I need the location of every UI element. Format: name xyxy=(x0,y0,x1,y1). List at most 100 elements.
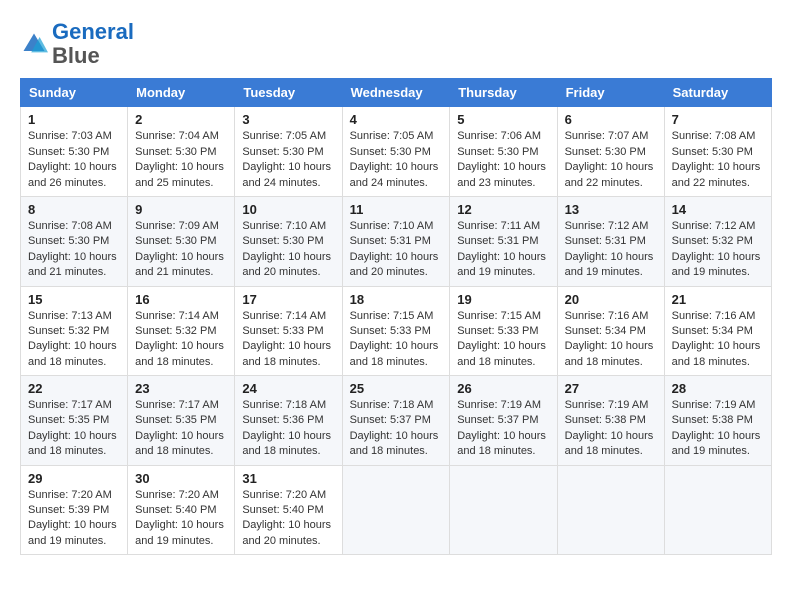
day-info: Sunrise: 7:20 AM Sunset: 5:39 PM Dayligh… xyxy=(28,488,120,550)
sunrise-label: Sunrise: 7:13 AM xyxy=(28,310,112,322)
day-info: Sunrise: 7:16 AM Sunset: 5:34 PM Dayligh… xyxy=(672,309,764,371)
calendar-table: SundayMondayTuesdayWednesdayThursdayFrid… xyxy=(20,78,772,555)
day-info: Sunrise: 7:20 AM Sunset: 5:40 PM Dayligh… xyxy=(135,488,227,550)
daylight-label: Daylight: 10 hours and 19 minutes. xyxy=(28,519,117,546)
day-info: Sunrise: 7:17 AM Sunset: 5:35 PM Dayligh… xyxy=(135,398,227,460)
day-number: 7 xyxy=(672,112,764,127)
calendar-day-cell: 18 Sunrise: 7:15 AM Sunset: 5:33 PM Dayl… xyxy=(342,286,450,376)
calendar-day-cell: 11 Sunrise: 7:10 AM Sunset: 5:31 PM Dayl… xyxy=(342,196,450,286)
calendar-day-cell: 6 Sunrise: 7:07 AM Sunset: 5:30 PM Dayli… xyxy=(557,107,664,197)
calendar-day-cell: 8 Sunrise: 7:08 AM Sunset: 5:30 PM Dayli… xyxy=(21,196,128,286)
day-info: Sunrise: 7:05 AM Sunset: 5:30 PM Dayligh… xyxy=(350,129,443,191)
daylight-label: Daylight: 10 hours and 18 minutes. xyxy=(565,340,654,367)
day-number: 12 xyxy=(457,202,549,217)
calendar-day-cell xyxy=(557,465,664,555)
calendar-day-cell: 30 Sunrise: 7:20 AM Sunset: 5:40 PM Dayl… xyxy=(128,465,235,555)
day-number: 9 xyxy=(135,202,227,217)
sunset-label: Sunset: 5:36 PM xyxy=(242,414,323,426)
calendar-day-cell xyxy=(342,465,450,555)
sunrise-label: Sunrise: 7:16 AM xyxy=(672,310,756,322)
calendar-day-cell: 12 Sunrise: 7:11 AM Sunset: 5:31 PM Dayl… xyxy=(450,196,557,286)
day-info: Sunrise: 7:15 AM Sunset: 5:33 PM Dayligh… xyxy=(350,309,443,371)
day-number: 6 xyxy=(565,112,657,127)
sunrise-label: Sunrise: 7:05 AM xyxy=(350,130,434,142)
calendar-day-cell xyxy=(450,465,557,555)
weekday-header-cell: Saturday xyxy=(664,79,771,107)
sunrise-label: Sunrise: 7:19 AM xyxy=(457,399,541,411)
sunset-label: Sunset: 5:38 PM xyxy=(672,414,753,426)
sunrise-label: Sunrise: 7:10 AM xyxy=(350,220,434,232)
sunrise-label: Sunrise: 7:10 AM xyxy=(242,220,326,232)
weekday-header-cell: Tuesday xyxy=(235,79,342,107)
day-number: 8 xyxy=(28,202,120,217)
sunset-label: Sunset: 5:30 PM xyxy=(457,146,538,158)
daylight-label: Daylight: 10 hours and 18 minutes. xyxy=(457,430,546,457)
day-number: 1 xyxy=(28,112,120,127)
sunrise-label: Sunrise: 7:05 AM xyxy=(242,130,326,142)
day-info: Sunrise: 7:09 AM Sunset: 5:30 PM Dayligh… xyxy=(135,219,227,281)
day-info: Sunrise: 7:07 AM Sunset: 5:30 PM Dayligh… xyxy=(565,129,657,191)
sunset-label: Sunset: 5:32 PM xyxy=(672,235,753,247)
day-number: 26 xyxy=(457,381,549,396)
calendar-day-cell: 1 Sunrise: 7:03 AM Sunset: 5:30 PM Dayli… xyxy=(21,107,128,197)
sunset-label: Sunset: 5:38 PM xyxy=(565,414,646,426)
day-info: Sunrise: 7:11 AM Sunset: 5:31 PM Dayligh… xyxy=(457,219,549,281)
sunset-label: Sunset: 5:30 PM xyxy=(672,146,753,158)
calendar-day-cell: 7 Sunrise: 7:08 AM Sunset: 5:30 PM Dayli… xyxy=(664,107,771,197)
daylight-label: Daylight: 10 hours and 19 minutes. xyxy=(565,251,654,278)
day-info: Sunrise: 7:14 AM Sunset: 5:33 PM Dayligh… xyxy=(242,309,334,371)
day-info: Sunrise: 7:03 AM Sunset: 5:30 PM Dayligh… xyxy=(28,129,120,191)
calendar-week-row: 1 Sunrise: 7:03 AM Sunset: 5:30 PM Dayli… xyxy=(21,107,772,197)
calendar-week-row: 29 Sunrise: 7:20 AM Sunset: 5:39 PM Dayl… xyxy=(21,465,772,555)
day-info: Sunrise: 7:04 AM Sunset: 5:30 PM Dayligh… xyxy=(135,129,227,191)
calendar-day-cell: 17 Sunrise: 7:14 AM Sunset: 5:33 PM Dayl… xyxy=(235,286,342,376)
sunrise-label: Sunrise: 7:18 AM xyxy=(350,399,434,411)
day-info: Sunrise: 7:13 AM Sunset: 5:32 PM Dayligh… xyxy=(28,309,120,371)
day-info: Sunrise: 7:10 AM Sunset: 5:31 PM Dayligh… xyxy=(350,219,443,281)
daylight-label: Daylight: 10 hours and 26 minutes. xyxy=(28,161,117,188)
day-number: 10 xyxy=(242,202,334,217)
calendar-day-cell: 13 Sunrise: 7:12 AM Sunset: 5:31 PM Dayl… xyxy=(557,196,664,286)
logo-text: GeneralBlue xyxy=(52,20,134,68)
day-number: 20 xyxy=(565,292,657,307)
calendar-day-cell: 15 Sunrise: 7:13 AM Sunset: 5:32 PM Dayl… xyxy=(21,286,128,376)
sunset-label: Sunset: 5:40 PM xyxy=(242,504,323,516)
calendar-day-cell: 29 Sunrise: 7:20 AM Sunset: 5:39 PM Dayl… xyxy=(21,465,128,555)
sunset-label: Sunset: 5:37 PM xyxy=(350,414,431,426)
calendar-day-cell xyxy=(664,465,771,555)
day-number: 17 xyxy=(242,292,334,307)
daylight-label: Daylight: 10 hours and 24 minutes. xyxy=(242,161,331,188)
sunset-label: Sunset: 5:35 PM xyxy=(28,414,109,426)
calendar-header-row: SundayMondayTuesdayWednesdayThursdayFrid… xyxy=(21,79,772,107)
sunset-label: Sunset: 5:30 PM xyxy=(135,146,216,158)
daylight-label: Daylight: 10 hours and 23 minutes. xyxy=(457,161,546,188)
calendar-day-cell: 19 Sunrise: 7:15 AM Sunset: 5:33 PM Dayl… xyxy=(450,286,557,376)
daylight-label: Daylight: 10 hours and 18 minutes. xyxy=(28,340,117,367)
daylight-label: Daylight: 10 hours and 22 minutes. xyxy=(672,161,761,188)
day-info: Sunrise: 7:20 AM Sunset: 5:40 PM Dayligh… xyxy=(242,488,334,550)
sunrise-label: Sunrise: 7:11 AM xyxy=(457,220,540,232)
day-number: 2 xyxy=(135,112,227,127)
sunrise-label: Sunrise: 7:19 AM xyxy=(565,399,649,411)
daylight-label: Daylight: 10 hours and 19 minutes. xyxy=(457,251,546,278)
weekday-header-cell: Friday xyxy=(557,79,664,107)
day-info: Sunrise: 7:14 AM Sunset: 5:32 PM Dayligh… xyxy=(135,309,227,371)
sunset-label: Sunset: 5:33 PM xyxy=(242,325,323,337)
day-number: 3 xyxy=(242,112,334,127)
calendar-day-cell: 24 Sunrise: 7:18 AM Sunset: 5:36 PM Dayl… xyxy=(235,376,342,466)
daylight-label: Daylight: 10 hours and 21 minutes. xyxy=(135,251,224,278)
day-number: 15 xyxy=(28,292,120,307)
calendar-day-cell: 25 Sunrise: 7:18 AM Sunset: 5:37 PM Dayl… xyxy=(342,376,450,466)
calendar-day-cell: 23 Sunrise: 7:17 AM Sunset: 5:35 PM Dayl… xyxy=(128,376,235,466)
sunset-label: Sunset: 5:32 PM xyxy=(28,325,109,337)
daylight-label: Daylight: 10 hours and 20 minutes. xyxy=(242,519,331,546)
sunrise-label: Sunrise: 7:20 AM xyxy=(28,489,112,501)
sunrise-label: Sunrise: 7:14 AM xyxy=(135,310,219,322)
daylight-label: Daylight: 10 hours and 18 minutes. xyxy=(135,340,224,367)
daylight-label: Daylight: 10 hours and 19 minutes. xyxy=(672,251,761,278)
page-header: GeneralBlue xyxy=(20,20,772,68)
sunrise-label: Sunrise: 7:16 AM xyxy=(565,310,649,322)
sunset-label: Sunset: 5:31 PM xyxy=(350,235,431,247)
sunrise-label: Sunrise: 7:15 AM xyxy=(457,310,541,322)
day-info: Sunrise: 7:19 AM Sunset: 5:37 PM Dayligh… xyxy=(457,398,549,460)
